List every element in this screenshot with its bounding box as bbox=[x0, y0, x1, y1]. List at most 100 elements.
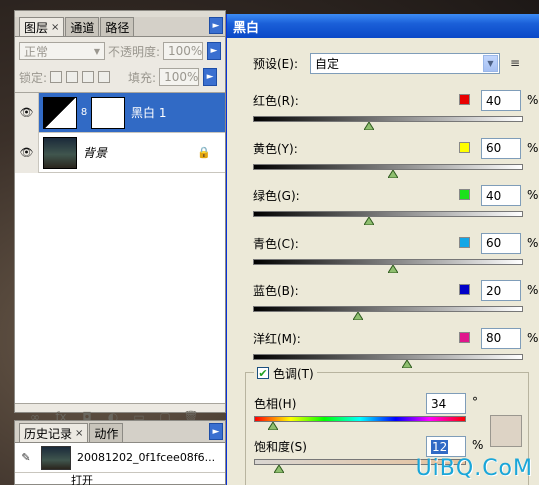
percent-sign: % bbox=[527, 140, 539, 155]
panel-menu-icon[interactable]: ► bbox=[209, 423, 223, 440]
blend-row: 正常 ▼ 不透明度: 100% ► bbox=[19, 41, 221, 61]
preset-row: 预设(E): 自定 ▼ ≡ bbox=[253, 52, 529, 74]
saturation-value: 12 bbox=[431, 439, 449, 454]
history-snapshot[interactable]: ✎ 20081202_0f1fcee08f6... bbox=[15, 443, 225, 473]
dialog-title[interactable]: 黑白 bbox=[227, 14, 539, 38]
slider-thumb[interactable] bbox=[401, 359, 412, 368]
tint-checkbox-label: 色调(T) bbox=[273, 366, 314, 381]
fill-value: 100% bbox=[164, 70, 199, 84]
fill-field[interactable]: 100% bbox=[159, 68, 200, 86]
tint-header: ✔ 色调(T) bbox=[254, 365, 317, 381]
lock-all-icon[interactable] bbox=[98, 71, 111, 83]
hue-slider-thumb[interactable] bbox=[268, 422, 279, 430]
layer-name: 黑白 1 bbox=[131, 106, 167, 120]
history-list: ✎ 20081202_0f1fcee08f6... 打开 bbox=[15, 442, 225, 485]
opacity-value: 100% bbox=[168, 44, 203, 58]
preset-select[interactable]: 自定 ▼ bbox=[310, 52, 500, 74]
tab-actions-label: 动作 bbox=[94, 426, 119, 441]
slider-track[interactable] bbox=[253, 211, 523, 217]
layers-panel-tabs: 图层 × 通道 路径 bbox=[19, 17, 135, 36]
slider-track[interactable] bbox=[253, 116, 523, 122]
slider-thumb[interactable] bbox=[364, 122, 375, 130]
history-item-label: 打开 bbox=[71, 474, 93, 485]
percent-sign: % bbox=[527, 93, 539, 107]
slider-track[interactable] bbox=[253, 306, 523, 312]
color-swatch bbox=[459, 189, 470, 200]
slider-row-red: 红色(R): 40% bbox=[253, 90, 538, 134]
history-panel: 历史记录 × 动作 ► ✎ 20081202_0f1fcee08f6... 打开 bbox=[14, 420, 226, 485]
snapshot-thumbnail bbox=[41, 445, 71, 470]
slider-value-input[interactable]: 40 bbox=[481, 90, 521, 111]
color-swatch bbox=[459, 94, 470, 105]
preset-value: 自定 bbox=[315, 56, 340, 71]
history-brush-icon[interactable]: ✎ bbox=[15, 451, 37, 464]
opacity-label: 不透明度: bbox=[107, 44, 161, 59]
color-swatch bbox=[459, 141, 470, 153]
slider-value-input[interactable]: 40 bbox=[481, 185, 521, 206]
hue-label: 色相(H) bbox=[254, 397, 297, 411]
slider-thumb[interactable] bbox=[388, 169, 399, 178]
percent-sign: % bbox=[527, 283, 539, 297]
layer-mask-thumbnail[interactable] bbox=[91, 96, 125, 129]
slider-label: 青色(C): bbox=[253, 236, 299, 251]
tab-channels[interactable]: 通道 bbox=[65, 17, 100, 36]
color-swatch bbox=[459, 331, 470, 343]
slider-row-yellow: 黄色(Y): 60% bbox=[253, 137, 538, 182]
slider-row-green: 绿色(G): 40% bbox=[253, 185, 538, 229]
hue-slider-track[interactable] bbox=[254, 416, 466, 422]
slider-value-input[interactable]: 20 bbox=[481, 280, 521, 301]
slider-value: 60 bbox=[486, 141, 502, 155]
slider-label: 红色(R): bbox=[253, 94, 299, 108]
slider-thumb[interactable] bbox=[364, 217, 375, 225]
slider-value-input[interactable]: 60 bbox=[481, 137, 521, 159]
history-panel-tabs: 历史记录 × 动作 bbox=[19, 423, 124, 442]
close-icon[interactable]: × bbox=[75, 428, 83, 439]
slider-track[interactable] bbox=[253, 353, 523, 360]
slider-thumb[interactable] bbox=[388, 264, 399, 273]
layers-panel: 图层 × 通道 路径 ► 正常 ▼ 不透明度: 100% ► 锁定: 填充: 1… bbox=[14, 10, 226, 424]
slider-value: 80 bbox=[486, 331, 502, 345]
lock-position-icon[interactable] bbox=[82, 71, 95, 83]
fill-label: 填充: bbox=[128, 70, 157, 85]
hue-input[interactable]: 34 bbox=[426, 393, 466, 414]
preset-options-icon[interactable]: ≡ bbox=[510, 56, 520, 70]
tint-checkbox[interactable]: ✔ bbox=[257, 367, 269, 380]
slider-thumb[interactable] bbox=[353, 312, 364, 320]
percent-sign: % bbox=[527, 188, 539, 202]
tab-layers[interactable]: 图层 × bbox=[19, 17, 65, 36]
snapshot-name: 20081202_0f1fcee08f6... bbox=[77, 451, 216, 464]
visibility-eye-icon[interactable]: 👁 bbox=[15, 132, 39, 173]
layer-row-background[interactable]: 👁 背景 🔒 bbox=[15, 132, 225, 173]
slider-value: 20 bbox=[486, 283, 502, 298]
blend-mode-select[interactable]: 正常 ▼ bbox=[19, 42, 105, 60]
tab-paths[interactable]: 路径 bbox=[100, 17, 135, 36]
panel-menu-icon[interactable]: ► bbox=[209, 17, 223, 34]
lock-transparency-icon[interactable] bbox=[50, 71, 63, 83]
slider-value-input[interactable]: 60 bbox=[481, 232, 521, 254]
fill-slider-button[interactable]: ► bbox=[203, 68, 218, 86]
saturation-input[interactable]: 12 bbox=[426, 436, 466, 457]
visibility-eye-icon[interactable]: 👁 bbox=[15, 92, 39, 133]
color-swatch bbox=[459, 236, 470, 248]
chain-link-icon[interactable]: 8 bbox=[79, 107, 89, 118]
chevron-down-icon[interactable]: ▼ bbox=[483, 54, 498, 72]
lock-row: 锁定: 填充: 100% ► bbox=[19, 67, 221, 87]
tab-history[interactable]: 历史记录 × bbox=[19, 423, 89, 442]
history-item[interactable]: 打开 bbox=[15, 473, 225, 485]
slider-row-blue: 蓝色(B): 20% bbox=[253, 280, 538, 324]
slider-value: 40 bbox=[486, 188, 502, 203]
saturation-slider-thumb[interactable] bbox=[274, 465, 285, 473]
layer-row-bw[interactable]: 👁 8 黑白 1 bbox=[15, 92, 225, 133]
tint-color-swatch[interactable] bbox=[490, 415, 522, 447]
saturation-label: 饱和度(S) bbox=[254, 440, 307, 454]
tab-actions[interactable]: 动作 bbox=[89, 423, 124, 442]
percent-sign: % bbox=[527, 330, 539, 345]
close-icon[interactable]: × bbox=[51, 22, 59, 33]
opacity-field[interactable]: 100% bbox=[163, 42, 203, 60]
tab-layers-label: 图层 bbox=[24, 20, 49, 35]
percent-sign: % bbox=[527, 235, 539, 250]
opacity-slider-button[interactable]: ► bbox=[207, 42, 221, 60]
hue-value: 34 bbox=[431, 396, 447, 411]
slider-value-input[interactable]: 80 bbox=[481, 327, 521, 349]
lock-pixels-icon[interactable] bbox=[66, 71, 79, 83]
